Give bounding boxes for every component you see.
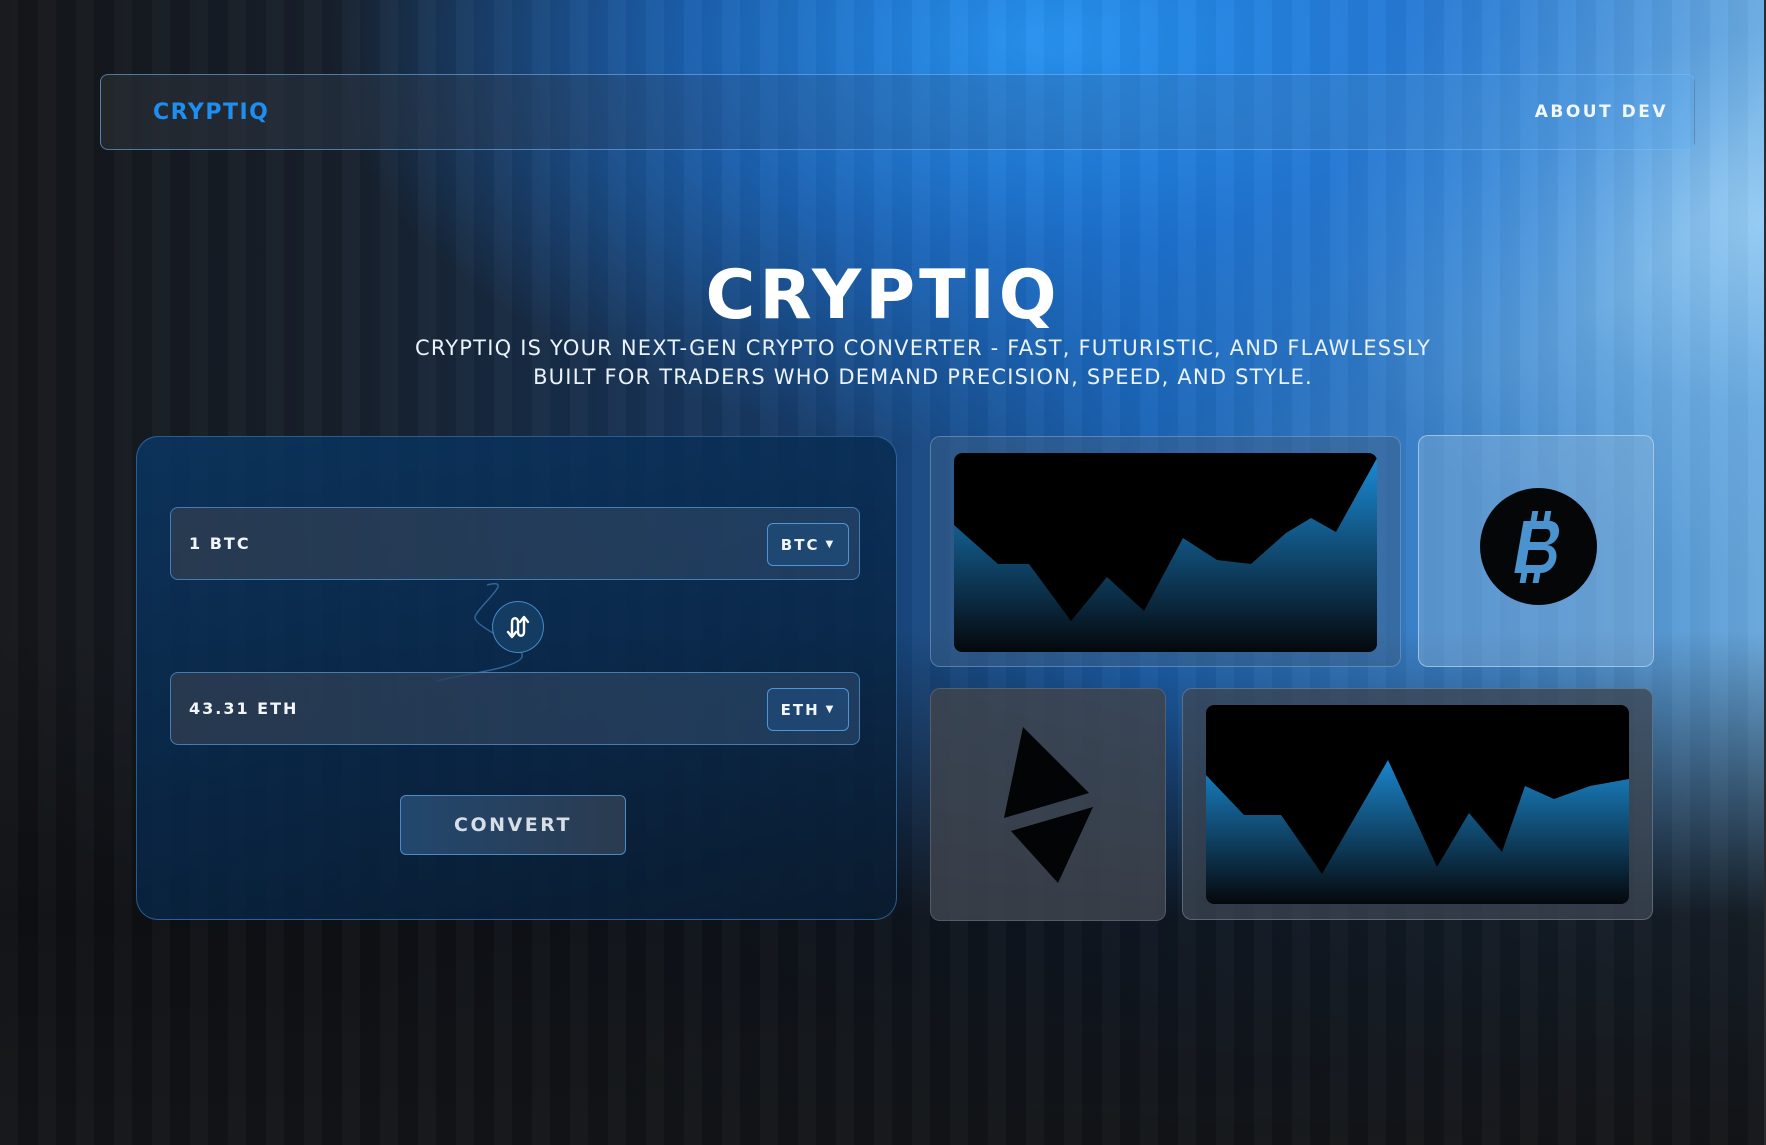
nav-logo[interactable]: CRYPTIQ bbox=[153, 100, 269, 125]
from-amount-field[interactable]: 1 BTC BTC ▼ bbox=[170, 507, 860, 580]
swap-button[interactable] bbox=[492, 601, 544, 653]
hero-subtitle: CRYPTIQ IS YOUR NEXT-GEN CRYPTO CONVERTE… bbox=[414, 336, 1432, 389]
area-chart-icon bbox=[954, 453, 1377, 652]
chevron-down-icon: ▼ bbox=[825, 539, 836, 550]
convert-button[interactable]: CONVERT bbox=[400, 795, 626, 855]
chevron-down-icon: ▼ bbox=[825, 704, 836, 715]
from-amount-value[interactable]: 1 BTC bbox=[189, 508, 251, 579]
market-chart-card-bottom bbox=[1182, 688, 1653, 920]
ethereum-icon bbox=[1004, 727, 1093, 883]
bitcoin-icon bbox=[1480, 488, 1597, 605]
ethereum-card bbox=[930, 688, 1166, 921]
from-currency-select[interactable]: BTC ▼ bbox=[767, 523, 849, 566]
from-currency-label: BTC bbox=[780, 535, 820, 554]
to-amount-value[interactable]: 43.31 ETH bbox=[189, 673, 298, 744]
to-amount-field[interactable]: 43.31 ETH ETH ▼ bbox=[170, 672, 860, 745]
navbar: CRYPTIQ ABOUT DEV bbox=[100, 74, 1695, 150]
bitcoin-card bbox=[1418, 435, 1654, 667]
market-chart-card-top bbox=[930, 436, 1401, 667]
to-currency-select[interactable]: ETH ▼ bbox=[767, 688, 849, 731]
to-currency-label: ETH bbox=[780, 700, 820, 719]
about-dev-link[interactable]: ABOUT DEV bbox=[1535, 102, 1668, 122]
hero-title: CRYPTIQ bbox=[705, 256, 1061, 335]
converter-panel: 1 BTC BTC ▼ 43.31 ETH ETH ▼ CONVERT bbox=[136, 436, 897, 920]
swap-arrows-icon bbox=[506, 615, 530, 639]
bitcoin-glyph bbox=[1513, 510, 1559, 583]
area-chart-icon bbox=[1206, 705, 1629, 904]
